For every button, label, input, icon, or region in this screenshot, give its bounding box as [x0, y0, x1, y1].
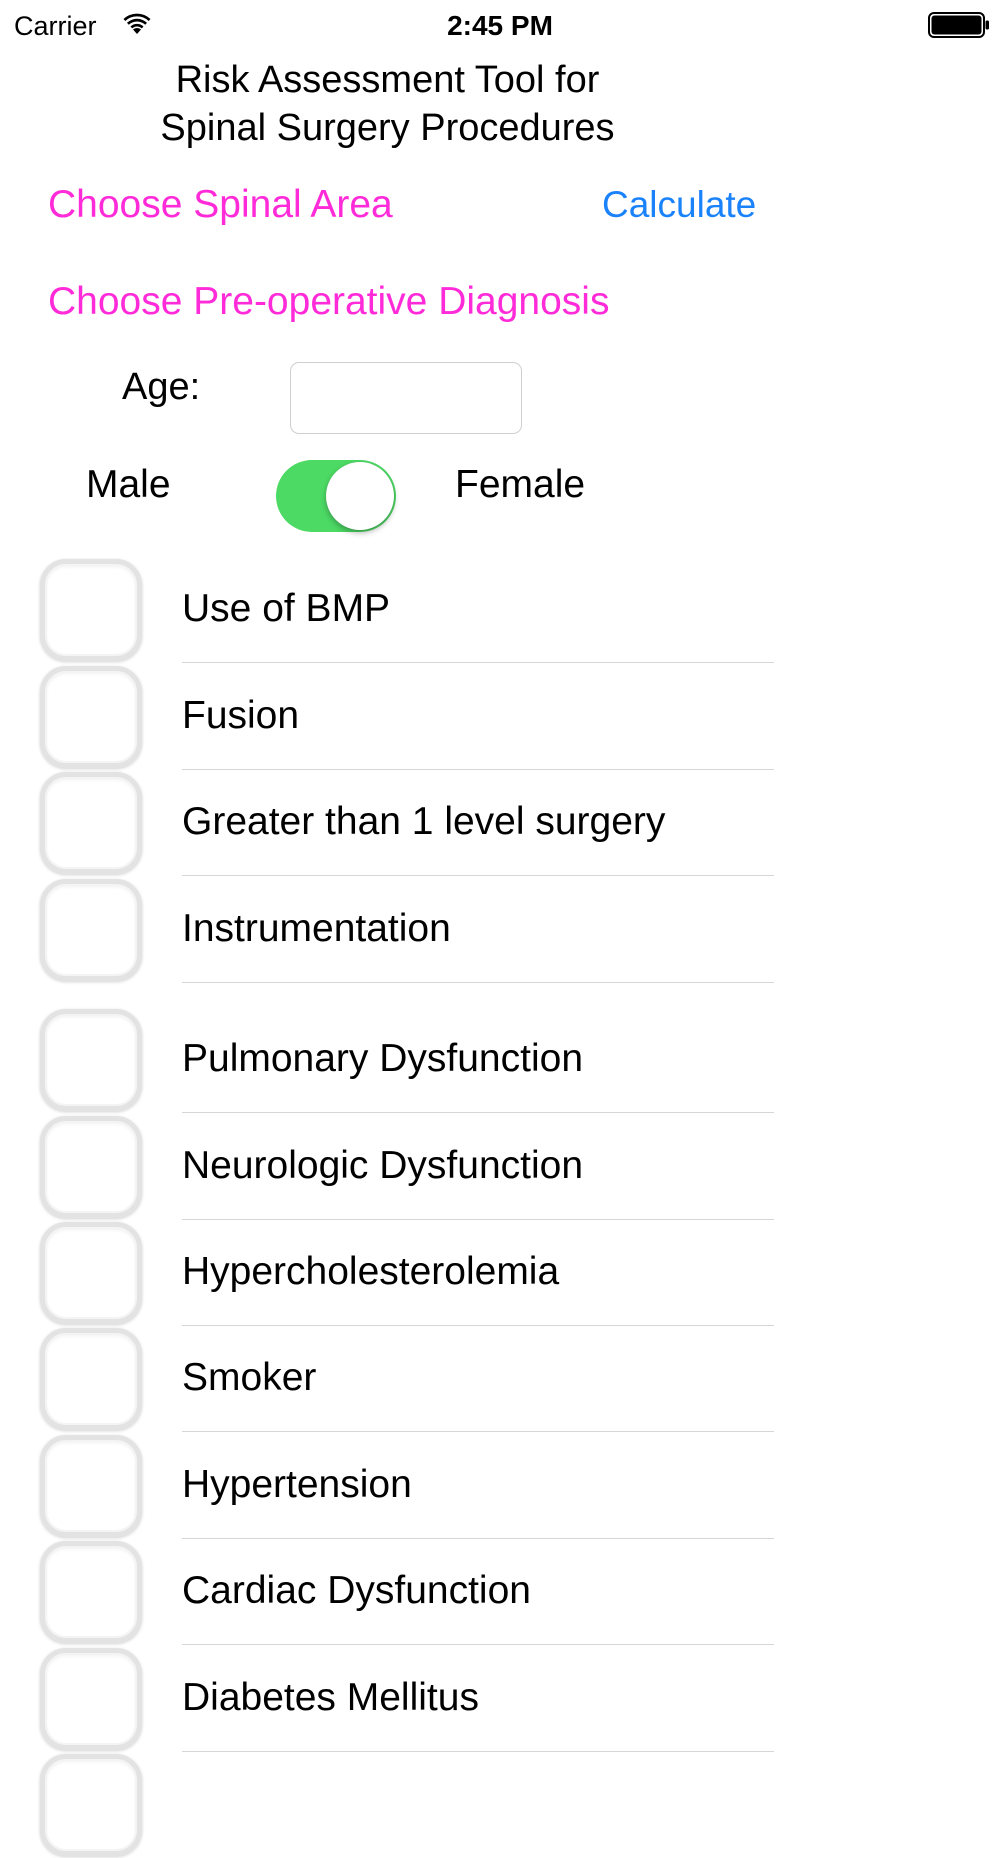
age-label: Age: [122, 366, 201, 408]
item-label: Hypercholesterolemia [182, 1250, 560, 1293]
checkbox[interactable] [40, 1435, 142, 1537]
list-item: Smoker [0, 1326, 780, 1432]
item-label: Diabetes Mellitus [182, 1676, 479, 1719]
list-item: Diabetes Mellitus [0, 1646, 780, 1752]
checkbox[interactable] [40, 1009, 142, 1111]
list-item: Greater than 1 level surgery [0, 770, 780, 876]
checkbox[interactable] [40, 772, 142, 874]
checkbox[interactable] [40, 879, 142, 981]
item-label: Instrumentation [182, 907, 451, 950]
checkbox[interactable] [40, 1222, 142, 1324]
checkbox[interactable] [40, 1116, 142, 1218]
row-separator [182, 1431, 774, 1432]
item-label: Cardiac Dysfunction [182, 1569, 531, 1612]
list-item: Neurologic Dysfunction [0, 1114, 780, 1220]
calculate-button[interactable]: Calculate [602, 180, 756, 230]
status-time: 2:45 PM [447, 10, 553, 41]
item-label: Fusion [182, 694, 300, 737]
title-line-1: Risk Assessment Tool for [175, 59, 600, 101]
checkbox[interactable] [40, 1648, 142, 1750]
female-label: Female [455, 463, 586, 506]
list-item: Instrumentation [0, 877, 780, 983]
row-separator [182, 875, 774, 876]
choose-diagnosis-button[interactable]: Choose Pre-operative Diagnosis [48, 277, 609, 327]
list-item: Use of BMP [0, 557, 780, 663]
item-label: Neurologic Dysfunction [182, 1144, 584, 1187]
list-item: Pulmonary Dysfunction [0, 1007, 780, 1113]
row-separator [182, 1644, 774, 1645]
item-label: Use of BMP [182, 587, 391, 630]
list-item: Cardiac Dysfunction [0, 1539, 780, 1645]
item-label: Pulmonary Dysfunction [182, 1037, 584, 1080]
row-separator [182, 982, 774, 983]
checkbox[interactable] [40, 1328, 142, 1430]
row-separator [182, 662, 774, 663]
item-label: Smoker [182, 1356, 317, 1399]
male-label: Male [86, 463, 171, 506]
checkbox[interactable] [40, 559, 142, 661]
item-label: Greater than 1 level surgery [182, 800, 666, 843]
list-item [0, 1752, 780, 1858]
page-title: Risk Assessment Tool for Spinal Surgery … [110, 56, 665, 152]
choose-spinal-area-button[interactable]: Choose Spinal Area [48, 180, 393, 230]
gender-toggle[interactable] [276, 460, 396, 532]
checkbox[interactable] [40, 1541, 142, 1643]
item-label: Hypertension [182, 1463, 412, 1506]
list-item: Hypercholesterolemia [0, 1220, 780, 1326]
title-line-2: Spinal Surgery Procedures [160, 107, 615, 149]
list-item: Fusion [0, 664, 780, 770]
list-item: Hypertension [0, 1433, 780, 1539]
age-input[interactable] [290, 362, 522, 434]
row-separator [182, 1112, 774, 1113]
checkbox[interactable] [40, 666, 142, 768]
battery-icon [928, 12, 989, 38]
checkbox[interactable] [40, 1754, 142, 1856]
toggle-knob [326, 462, 394, 530]
